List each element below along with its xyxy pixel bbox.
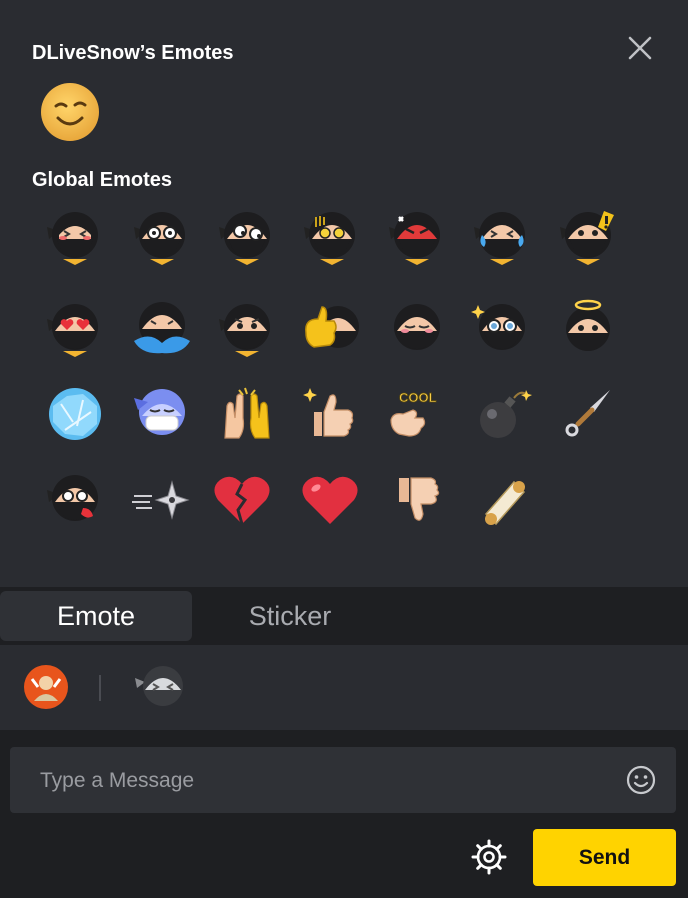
channel-emotes-title: DLiveSnow’s Emotes [32, 42, 234, 64]
broken-heart-icon[interactable] [210, 468, 274, 532]
thumbs-up-icon[interactable] [300, 382, 364, 446]
heart-icon[interactable] [298, 468, 362, 532]
close-icon[interactable] [624, 32, 656, 64]
ninja-hurt-icon[interactable] [43, 468, 107, 532]
shuriken-icon[interactable] [130, 468, 194, 532]
global-emotes-title: Global Emotes [32, 169, 173, 191]
message-input[interactable] [38, 747, 622, 815]
ninja-sparkle-eyes-icon[interactable] [470, 297, 534, 361]
emote-picker-panel: DLiveSnow’s Emotes Global Emotes COOL [0, 0, 688, 587]
channel-avatar-icon[interactable] [24, 665, 68, 709]
scroll-icon[interactable] [470, 468, 534, 532]
ninja-cry-laugh-icon[interactable] [470, 205, 534, 269]
emote-tabs: Emote Sticker [0, 587, 688, 645]
ninja-sideeye-icon[interactable] [215, 205, 279, 269]
ninja-angel-icon[interactable] [556, 297, 620, 361]
ninja-mask-icon[interactable] [130, 382, 194, 446]
ninja-alert-icon[interactable] [556, 205, 620, 269]
ninja-thumbs-up-icon[interactable] [300, 297, 364, 361]
ninja-blush-icon[interactable] [43, 205, 107, 269]
tab-emote[interactable]: Emote [0, 591, 192, 641]
high-five-icon[interactable] [215, 382, 279, 446]
svg-text:COOL: COOL [399, 390, 437, 405]
ninja-dismay-icon[interactable] [300, 205, 364, 269]
ninja-frozen-icon[interactable] [43, 382, 107, 446]
emote-pack-bar [0, 645, 688, 730]
cool-hand-icon[interactable]: COOL [385, 382, 449, 446]
ninja-content-icon[interactable] [385, 297, 449, 361]
ninja-crying-icon[interactable] [130, 297, 194, 361]
ninja-worried-icon[interactable] [215, 297, 279, 361]
wink-smiley-icon[interactable] [38, 80, 102, 144]
ninja-pack-icon[interactable] [133, 664, 193, 710]
kunai-icon[interactable] [556, 382, 620, 446]
thumbs-down-icon[interactable] [385, 468, 449, 532]
ninja-heart-eyes-icon[interactable] [43, 297, 107, 361]
gear-icon[interactable] [470, 838, 508, 876]
ninja-angry-icon[interactable] [385, 205, 449, 269]
ninja-shocked-icon[interactable] [130, 205, 194, 269]
send-button[interactable]: Send [533, 829, 676, 886]
pack-divider [99, 675, 101, 701]
emoji-picker-icon[interactable] [625, 764, 657, 796]
tab-sticker[interactable]: Sticker [194, 591, 386, 641]
message-composer [10, 747, 676, 815]
bomb-icon[interactable] [470, 382, 534, 446]
